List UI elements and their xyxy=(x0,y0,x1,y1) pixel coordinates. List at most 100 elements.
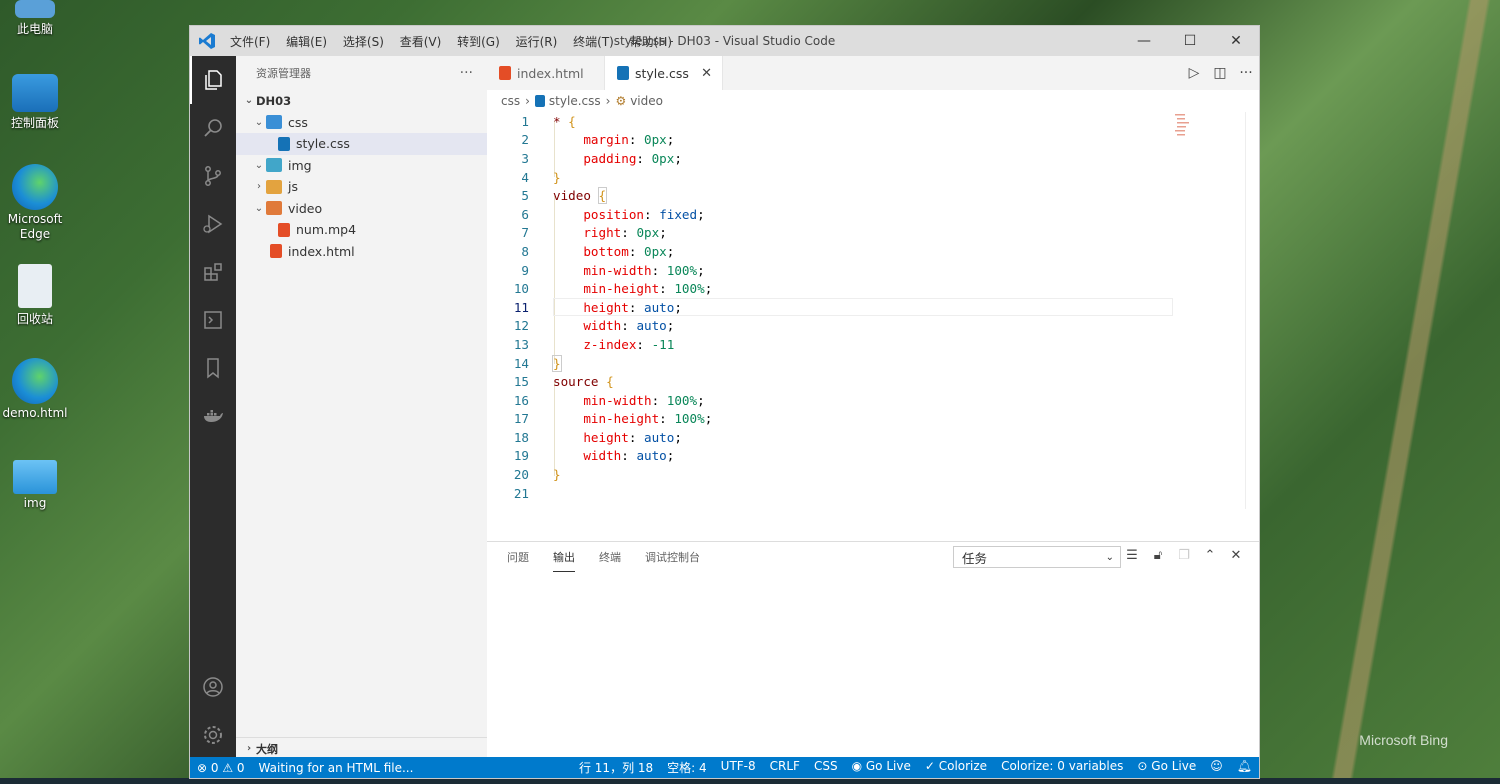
editor-scrollbar[interactable] xyxy=(1245,112,1259,509)
account-icon[interactable] xyxy=(190,663,236,711)
tab-style-css[interactable]: style.css ✕ xyxy=(605,56,723,90)
docker-icon[interactable] xyxy=(190,392,236,440)
code-line: 12 width: auto; xyxy=(487,317,1259,336)
tab-terminal[interactable]: 终端 xyxy=(599,543,621,571)
menu-view[interactable]: 查看(V) xyxy=(400,35,442,49)
run-icon[interactable]: ▷ xyxy=(1181,65,1207,81)
code-line: 2 margin: 0px; xyxy=(487,131,1259,150)
go-live-button[interactable]: ◉ Go Live xyxy=(845,759,918,776)
tree-item-num-mp4[interactable]: num.mp4 xyxy=(236,219,487,241)
notifications-bell-icon[interactable]: 🔔︎ xyxy=(1230,759,1259,776)
feedback-icon[interactable]: ☺ xyxy=(1203,759,1230,776)
code-line: 8 bottom: 0px; xyxy=(487,242,1259,261)
desktop-icon-label: 回收站 xyxy=(16,312,53,326)
symbol-icon: ⚙ xyxy=(615,94,627,108)
minimap[interactable] xyxy=(1173,112,1191,152)
lock-icon[interactable]: 🔓︎ xyxy=(1145,548,1171,563)
close-panel-icon[interactable]: ✕ xyxy=(1223,548,1249,563)
output-channel-select[interactable]: 任务 ⌄ xyxy=(953,546,1121,568)
tree-item-style-css[interactable]: style.css xyxy=(236,133,487,155)
run-debug-icon[interactable] xyxy=(190,200,236,248)
desktop-icon-edge[interactable]: Microsoft Edge xyxy=(0,164,70,242)
tree-item-label: num.mp4 xyxy=(296,222,357,238)
more-actions-icon[interactable]: ··· xyxy=(1233,65,1259,81)
line-number: 15 xyxy=(513,374,529,390)
chevron-right-icon: › xyxy=(257,181,261,193)
vscode-logo-icon xyxy=(190,32,224,50)
desktop-icon-label: 此电脑 xyxy=(16,22,53,36)
menu-terminal[interactable]: 终端(T) xyxy=(573,35,614,49)
css-property: bottom xyxy=(583,243,629,259)
css-property: margin xyxy=(583,132,629,148)
breadcrumb-symbol[interactable]: video xyxy=(630,94,663,108)
remote-explorer-icon[interactable] xyxy=(190,296,236,344)
tab-output[interactable]: 输出 xyxy=(553,543,575,572)
minimize-button[interactable]: — xyxy=(1121,33,1167,49)
maximize-button[interactable]: ☐ xyxy=(1167,33,1213,49)
tab-problems[interactable]: 问题 xyxy=(507,543,529,571)
problems-status[interactable]: ⊗ 0 ⚠ 0 xyxy=(190,761,252,775)
indentation[interactable]: 空格: 4 xyxy=(660,759,714,776)
css-selector: source xyxy=(553,374,607,390)
css-brace: { xyxy=(606,374,614,390)
css-file-icon xyxy=(278,136,290,151)
menu-go[interactable]: 转到(G) xyxy=(457,35,500,49)
extensions-icon[interactable] xyxy=(190,248,236,296)
menu-run[interactable]: 运行(R) xyxy=(516,35,558,49)
desktop-icon-demo-html[interactable]: demo.html xyxy=(0,358,70,420)
maximize-panel-icon[interactable]: ⌃ xyxy=(1197,548,1223,563)
desktop-icon-control-panel[interactable]: 控制面板 xyxy=(0,74,70,131)
end-of-line[interactable]: CRLF xyxy=(763,759,807,776)
workspace-root[interactable]: ⌄ DH03 xyxy=(236,90,487,112)
breadcrumb-folder[interactable]: css xyxy=(501,94,520,108)
tree-item-js-folder[interactable]: › js xyxy=(236,176,487,198)
colorize-variables[interactable]: Colorize: 0 variables xyxy=(994,759,1130,776)
clear-output-icon[interactable]: ☰ xyxy=(1119,548,1145,563)
tab-debug-console[interactable]: 调试控制台 xyxy=(645,543,700,571)
css-value: 0px xyxy=(644,132,667,148)
encoding[interactable]: UTF-8 xyxy=(714,759,763,776)
css-value: 100% xyxy=(674,281,705,297)
tree-item-index-html[interactable]: index.html xyxy=(236,241,487,263)
outline-section[interactable]: › 大纲 xyxy=(236,737,487,759)
desktop-icon-img-folder[interactable]: img xyxy=(0,460,70,510)
breadcrumb-file[interactable]: style.css xyxy=(549,94,601,108)
colorize-button[interactable]: ✓ Colorize xyxy=(918,759,994,776)
css-folder-icon xyxy=(266,115,282,130)
chevron-down-icon: ⌄ xyxy=(1105,551,1114,563)
settings-gear-icon[interactable] xyxy=(190,711,236,759)
menu-edit[interactable]: 编辑(E) xyxy=(286,35,327,49)
menu-selection[interactable]: 选择(S) xyxy=(343,35,384,49)
copy-icon[interactable]: ❐ xyxy=(1171,548,1197,563)
close-tab-icon[interactable]: ✕ xyxy=(701,66,712,81)
close-button[interactable]: ✕ xyxy=(1213,33,1259,49)
code-editor[interactable]: 1 * { 2 margin: 0px; 3 padding: 0px; 4} 5… xyxy=(487,112,1259,509)
code-line: 16 min-width: 100%; xyxy=(487,391,1259,410)
tree-item-label: js xyxy=(288,179,298,195)
desktop-icon-recycle-bin[interactable]: 回收站 xyxy=(0,264,70,327)
source-control-icon[interactable] xyxy=(190,152,236,200)
search-icon[interactable] xyxy=(190,104,236,152)
tree-item-video-folder[interactable]: ⌄ video xyxy=(236,198,487,220)
go-live-button-2[interactable]: ⊙ Go Live xyxy=(1130,759,1203,776)
more-actions-icon[interactable]: ··· xyxy=(460,65,473,81)
tree-item-img-folder[interactable]: ⌄ img xyxy=(236,155,487,177)
tree-item-label: css xyxy=(288,114,308,130)
desktop-icon-this-pc[interactable]: 此电脑 xyxy=(0,0,70,37)
line-number: 19 xyxy=(513,448,529,464)
tab-index-html[interactable]: index.html xyxy=(487,56,605,90)
bottom-panel: 问题 输出 终端 调试控制台 任务 ⌄ ☰ 🔓︎ ❐ ⌃ ✕ xyxy=(487,541,1259,759)
css-value: auto xyxy=(636,448,667,464)
cursor-position[interactable]: 行 11，列 18 xyxy=(572,759,660,776)
menu-help[interactable]: 帮助(H) xyxy=(630,35,672,49)
status-bar: ⊗ 0 ⚠ 0 Waiting for an HTML file... 行 11… xyxy=(190,757,1259,778)
outline-label: 大纲 xyxy=(256,742,278,756)
tree-item-css-folder[interactable]: ⌄ css xyxy=(236,112,487,134)
code-line: 20} xyxy=(487,465,1259,484)
language-mode[interactable]: CSS xyxy=(807,759,845,776)
bookmark-icon[interactable] xyxy=(190,344,236,392)
menu-file[interactable]: 文件(F) xyxy=(230,35,270,49)
explorer-icon[interactable] xyxy=(190,56,236,104)
line-number: 1 xyxy=(521,113,529,129)
split-editor-icon[interactable]: ◫ xyxy=(1207,65,1233,81)
